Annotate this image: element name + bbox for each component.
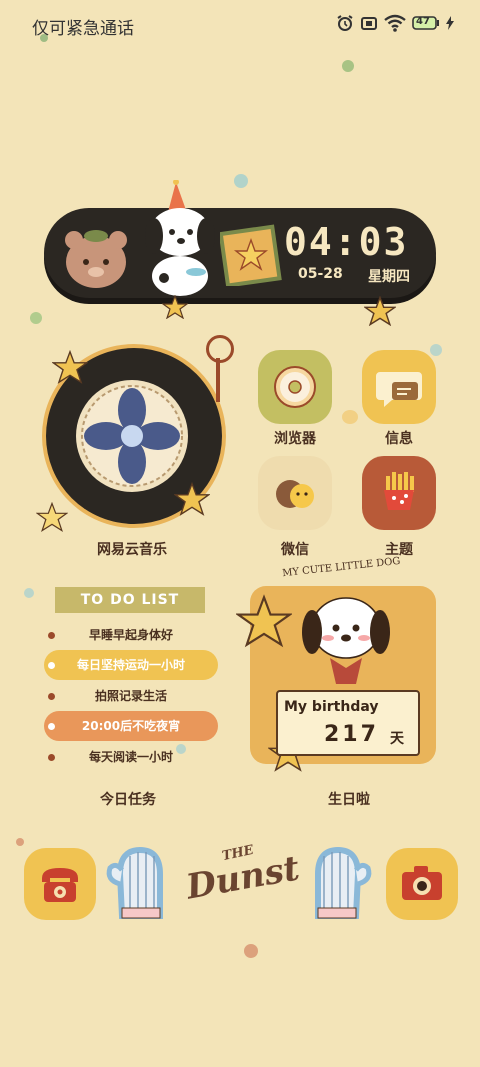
music-app-label: 网易云音乐 bbox=[97, 542, 167, 558]
birthday-title: My birthday bbox=[284, 699, 379, 715]
star-sticker-icon bbox=[36, 502, 68, 532]
birthday-widget-label: 生日啦 bbox=[328, 792, 370, 808]
wechat-bubbles-icon bbox=[276, 480, 314, 508]
todo-item[interactable]: 拍照记录生活 bbox=[44, 681, 218, 711]
browser-app-icon[interactable] bbox=[258, 350, 332, 424]
birthday-days-unit: 天 bbox=[390, 731, 404, 747]
clock-date: 05-28 bbox=[298, 266, 343, 282]
battery-icon: 47 bbox=[412, 15, 440, 31]
messages-app-icon[interactable] bbox=[362, 350, 436, 424]
charging-icon bbox=[446, 16, 454, 30]
birthday-days-count: 217 bbox=[324, 722, 379, 747]
todo-item[interactable]: 20:00后不吃夜宵 bbox=[44, 711, 218, 741]
brand-logo: THE Dunst bbox=[183, 843, 302, 916]
phone-app-icon[interactable] bbox=[24, 848, 96, 920]
todo-item-text: 每天阅读一小时 bbox=[88, 750, 173, 764]
todo-item-text: 拍照记录生活 bbox=[94, 689, 167, 703]
teddy-bear-sticker-icon bbox=[65, 230, 127, 288]
star-sticker-icon bbox=[174, 482, 210, 516]
browser-app-label: 浏览器 bbox=[274, 431, 316, 447]
todo-title: TO DO LIST bbox=[55, 587, 205, 613]
todo-item-text: 每日坚持运动一小时 bbox=[76, 658, 185, 672]
phone-icon bbox=[42, 868, 78, 902]
wifi-icon bbox=[384, 14, 406, 32]
status-icons: 47 bbox=[336, 14, 454, 32]
puppy-icon bbox=[302, 597, 390, 684]
todo-widget-label: 今日任务 bbox=[100, 792, 156, 808]
todo-item-text: 早睡早起身体好 bbox=[88, 628, 173, 642]
star-sticker-icon bbox=[162, 295, 188, 319]
messages-app-label: 信息 bbox=[385, 431, 413, 447]
wechat-app-icon[interactable] bbox=[258, 456, 332, 530]
star-sticker-icon bbox=[236, 594, 292, 648]
dog-caption: MY CUTE LITTLE DOG bbox=[281, 555, 401, 580]
theme-app-icon[interactable] bbox=[362, 456, 436, 530]
todo-item[interactable]: 早睡早起身体好 bbox=[44, 620, 218, 650]
oven-mitt-sticker-icon bbox=[102, 840, 174, 926]
clock-time: 04:03 bbox=[284, 220, 409, 264]
todo-item[interactable]: 每日坚持运动一小时 bbox=[44, 650, 218, 680]
todo-item-text: 20:00后不吃夜宵 bbox=[81, 719, 181, 733]
framed-star-picture-icon bbox=[220, 224, 282, 286]
camera-app-icon[interactable] bbox=[386, 848, 458, 920]
record-label bbox=[76, 380, 188, 492]
tonearm-icon bbox=[206, 335, 234, 363]
fries-icon bbox=[384, 472, 414, 510]
sim-card-icon bbox=[360, 14, 378, 32]
carrier-text: 仅可紧急通话 bbox=[32, 19, 134, 39]
clock-weekday: 星期四 bbox=[368, 269, 410, 285]
star-sticker-icon bbox=[52, 350, 88, 384]
puppy-sticker-icon bbox=[145, 180, 215, 296]
wechat-app-label: 微信 bbox=[281, 542, 309, 558]
battery-level: 47 bbox=[416, 16, 430, 27]
tonearm-bar bbox=[216, 358, 220, 402]
status-bar: 仅可紧急通话 47 bbox=[0, 0, 480, 50]
oven-mitt-sticker-icon bbox=[304, 840, 376, 926]
fan-icon bbox=[81, 385, 183, 487]
alarm-icon bbox=[336, 14, 354, 32]
clock-widget[interactable]: 04:03 05-28 星期四 bbox=[44, 180, 436, 298]
camera-icon bbox=[402, 866, 442, 900]
star-sticker-icon bbox=[364, 296, 396, 326]
chat-bubble-icon bbox=[376, 372, 422, 407]
todo-item[interactable]: 每天阅读一小时 bbox=[44, 742, 218, 772]
brand-big-text: Dunst bbox=[183, 848, 303, 908]
donut-icon bbox=[274, 366, 316, 408]
